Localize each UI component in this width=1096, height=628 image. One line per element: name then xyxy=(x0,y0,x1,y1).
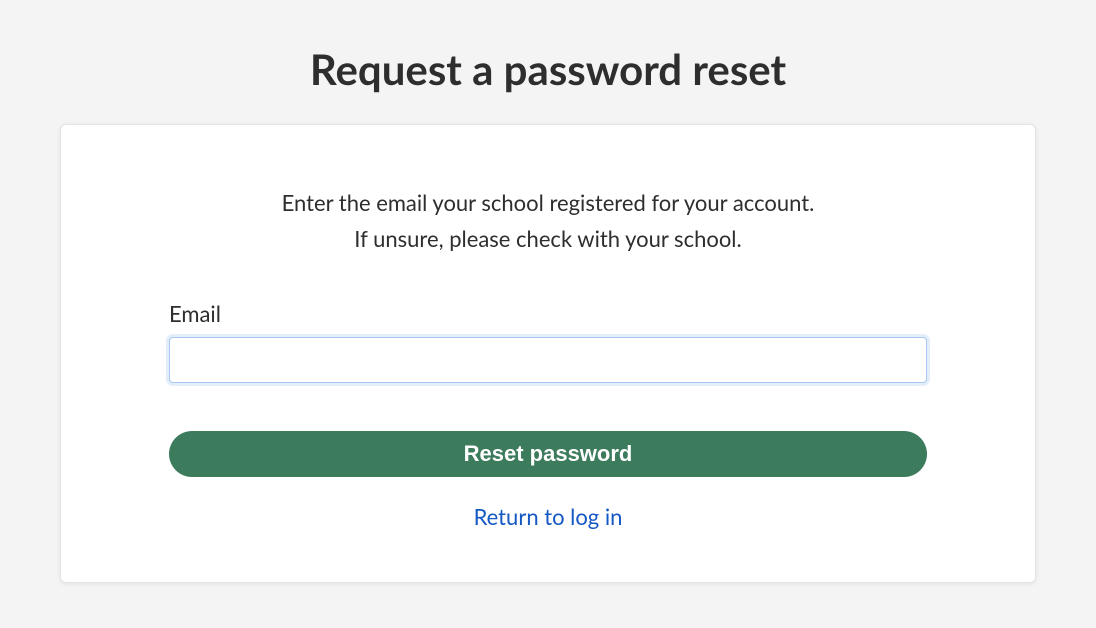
instruction-line-1: Enter the email your school registered f… xyxy=(282,189,815,216)
reset-card: Enter the email your school registered f… xyxy=(60,124,1036,583)
email-label: Email xyxy=(169,300,927,327)
page-title: Request a password reset xyxy=(60,44,1036,94)
instructions: Enter the email your school registered f… xyxy=(169,185,927,258)
return-to-login-link[interactable]: Return to log in xyxy=(474,503,623,530)
reset-password-button[interactable]: Reset password xyxy=(169,431,927,477)
instruction-line-2: If unsure, please check with your school… xyxy=(354,225,741,252)
email-input[interactable] xyxy=(169,337,927,383)
